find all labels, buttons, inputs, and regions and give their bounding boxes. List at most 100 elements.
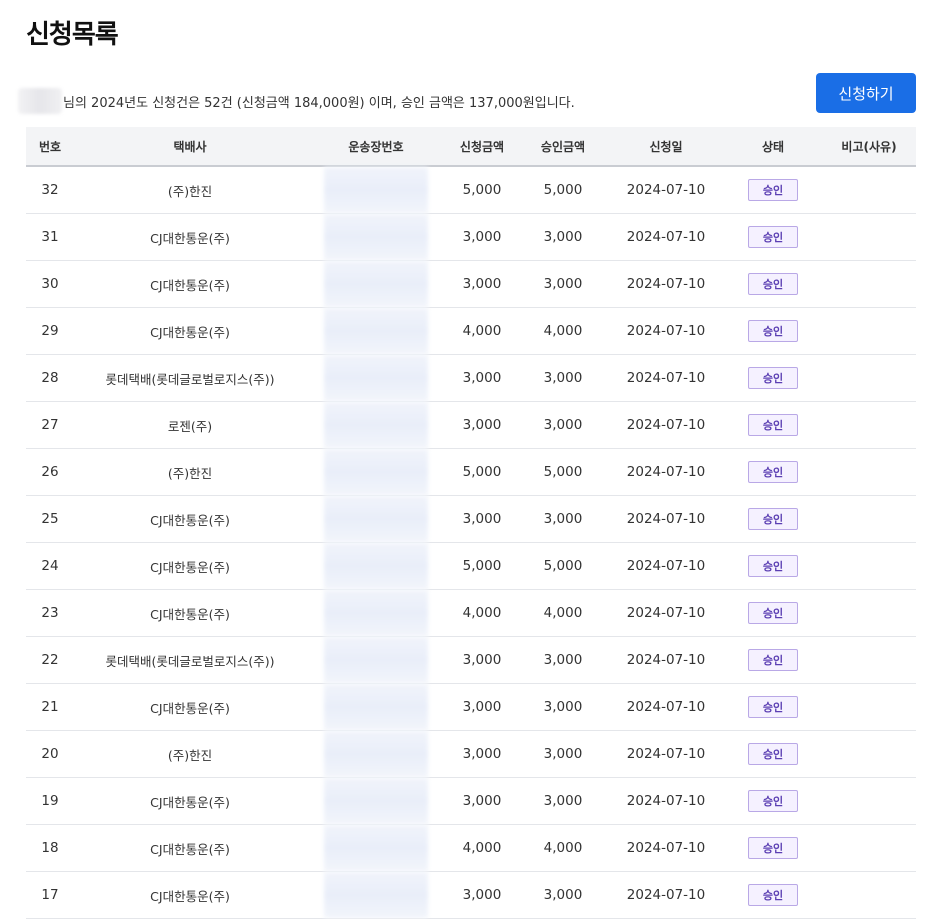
cell-request-amount: 3,000: [462, 746, 502, 762]
cell-courier: 롯데택배(롯데글로벌로지스(주)): [105, 653, 275, 669]
status-badge: 승인: [748, 649, 798, 671]
status-badge: 승인: [748, 179, 798, 201]
cell-status: 승인: [724, 837, 822, 859]
cell-tracking: [306, 590, 446, 636]
cell-approved-amount: 4,000: [543, 323, 583, 339]
apply-button[interactable]: 신청하기: [816, 73, 916, 113]
cell-courier: CJ대한통운(주): [150, 700, 230, 716]
cell-no: 21: [41, 699, 59, 715]
cell-tracking: [306, 637, 446, 683]
table-row: 28 롯데택배(롯데글로벌로지스(주)) 3,000 3,000 2024-07-10 승…: [26, 355, 916, 402]
table-row: 27 로젠(주) 3,000 3,000 2024-07-10 승인: [26, 402, 916, 449]
table-row: 18 CJ대한통운(주) 4,000 4,000 2024-07-10 승인: [26, 825, 916, 872]
cell-date: 2024-07-10: [626, 605, 706, 621]
cell-request-amount: 3,000: [462, 652, 502, 668]
cell-date: 2024-07-10: [626, 699, 706, 715]
header-date: 신청일: [649, 139, 683, 154]
cell-courier: CJ대한통운(주): [150, 512, 230, 528]
cell-tracking: [306, 778, 446, 824]
cell-request-amount: 3,000: [462, 370, 502, 386]
cell-date: 2024-07-10: [626, 323, 706, 339]
header-note: 비고(사유): [841, 139, 897, 154]
cell-request-amount: 3,000: [462, 276, 502, 292]
cell-status: 승인: [724, 461, 822, 483]
table-row: 29 CJ대한통운(주) 4,000 4,000 2024-07-10 승인: [26, 308, 916, 355]
table-row: 30 CJ대한통운(주) 3,000 3,000 2024-07-10 승인: [26, 261, 916, 308]
redacted-tracking-number: [324, 261, 428, 307]
status-badge: 승인: [748, 414, 798, 436]
cell-date: 2024-07-10: [626, 840, 706, 856]
cell-tracking: [306, 543, 446, 589]
cell-approved-amount: 3,000: [543, 652, 583, 668]
cell-no: 31: [41, 229, 59, 245]
cell-approved-amount: 5,000: [543, 464, 583, 480]
cell-request-amount: 3,000: [462, 699, 502, 715]
table-body: 32 (주)한진 5,000 5,000 2024-07-10 승인 31 CJ대한통운(주)…: [26, 167, 916, 919]
status-badge: 승인: [748, 790, 798, 812]
cell-request-amount: 3,000: [462, 793, 502, 809]
status-badge: 승인: [748, 837, 798, 859]
status-badge: 승인: [748, 555, 798, 577]
redacted-tracking-number: [324, 825, 428, 871]
table-row: 23 CJ대한통운(주) 4,000 4,000 2024-07-10 승인: [26, 590, 916, 637]
cell-no: 28: [41, 370, 59, 386]
cell-date: 2024-07-10: [626, 887, 706, 903]
cell-request-amount: 3,000: [462, 887, 502, 903]
header-courier: 택배사: [173, 139, 207, 154]
cell-approved-amount: 5,000: [543, 558, 583, 574]
cell-courier: CJ대한통운(주): [150, 559, 230, 575]
redacted-tracking-number: [324, 543, 428, 589]
cell-tracking: [306, 684, 446, 730]
table-row: 31 CJ대한통운(주) 3,000 3,000 2024-07-10 승인: [26, 214, 916, 261]
cell-courier: CJ대한통운(주): [150, 841, 230, 857]
cell-status: 승인: [724, 320, 822, 342]
cell-tracking: [306, 402, 446, 448]
cell-status: 승인: [724, 743, 822, 765]
status-badge: 승인: [748, 367, 798, 389]
cell-request-amount: 3,000: [462, 417, 502, 433]
status-badge: 승인: [748, 226, 798, 248]
cell-tracking: [306, 214, 446, 260]
cell-courier: CJ대한통운(주): [150, 888, 230, 904]
summary-line: 님의 2024년도 신청건은 52건 (신청금액 184,000원) 이며, 승…: [18, 87, 575, 115]
redacted-tracking-number: [324, 684, 428, 730]
cell-approved-amount: 3,000: [543, 229, 583, 245]
cell-status: 승인: [724, 226, 822, 248]
cell-date: 2024-07-10: [626, 417, 706, 433]
redacted-tracking-number: [324, 496, 428, 542]
cell-courier: CJ대한통운(주): [150, 230, 230, 246]
cell-courier: (주)한진: [167, 183, 213, 199]
cell-tracking: [306, 308, 446, 354]
cell-date: 2024-07-10: [626, 464, 706, 480]
redacted-tracking-number: [324, 355, 428, 401]
cell-no: 17: [41, 887, 59, 903]
cell-request-amount: 4,000: [462, 840, 502, 856]
header-no: 번호: [38, 139, 62, 154]
redacted-tracking-number: [324, 214, 428, 260]
cell-no: 29: [41, 323, 59, 339]
cell-no: 30: [41, 276, 59, 292]
cell-no: 24: [41, 558, 59, 574]
redacted-tracking-number: [324, 449, 428, 495]
table-row: 26 (주)한진 5,000 5,000 2024-07-10 승인: [26, 449, 916, 496]
table-header: 번호 택배사 운송장번호 신청금액 승인금액 신청일 상태 비고(사유): [26, 127, 916, 167]
table-row: 19 CJ대한통운(주) 3,000 3,000 2024-07-10 승인: [26, 778, 916, 825]
cell-no: 32: [41, 182, 59, 198]
cell-date: 2024-07-10: [626, 558, 706, 574]
redacted-tracking-number: [324, 167, 428, 213]
cell-no: 20: [41, 746, 59, 762]
cell-no: 23: [41, 605, 59, 621]
cell-courier: 로젠(주): [167, 418, 213, 434]
cell-tracking: [306, 167, 446, 213]
cell-tracking: [306, 496, 446, 542]
status-badge: 승인: [748, 461, 798, 483]
redacted-tracking-number: [324, 590, 428, 636]
cell-date: 2024-07-10: [626, 276, 706, 292]
cell-request-amount: 4,000: [462, 323, 502, 339]
cell-courier: CJ대한통운(주): [150, 794, 230, 810]
cell-date: 2024-07-10: [626, 182, 706, 198]
cell-approved-amount: 3,000: [543, 699, 583, 715]
status-badge: 승인: [748, 884, 798, 906]
cell-approved-amount: 3,000: [543, 793, 583, 809]
cell-courier: (주)한진: [167, 747, 213, 763]
